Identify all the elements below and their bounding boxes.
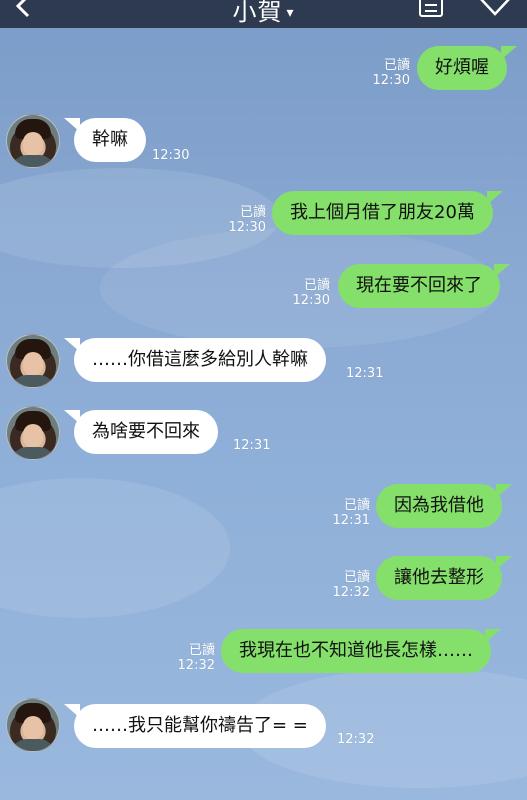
message-text: 讓他去整形	[394, 567, 484, 588]
timestamp: 12:31	[233, 438, 271, 453]
message-bubble[interactable]: 幹嘛	[64, 118, 146, 162]
message-meta: 已讀 12:30	[216, 205, 266, 235]
timestamp: 12:30	[228, 220, 266, 235]
read-receipt: 已讀	[383, 58, 410, 73]
timestamp: 12:32	[337, 732, 375, 747]
message-text: 幹嘛	[92, 129, 128, 150]
timestamp: 12:30	[372, 73, 410, 88]
message-meta: 已讀 12:30	[280, 278, 330, 308]
message-meta: 已讀 12:30	[360, 58, 410, 88]
read-receipt: 已讀	[343, 498, 370, 513]
timestamp: 12:32	[177, 658, 215, 673]
timestamp: 12:31	[332, 513, 370, 528]
message-bubble[interactable]: 現在要不回來了	[338, 264, 510, 308]
avatar[interactable]	[6, 334, 60, 388]
message-bubble[interactable]: 我上個月借了朋友20萬	[272, 191, 503, 235]
avatar[interactable]	[6, 406, 60, 460]
chat-area[interactable]: 已讀 12:30 好煩喔 幹嘛 12:30 已讀 12:30 我上個月借了朋友2…	[0, 28, 527, 800]
message-meta: 已讀 12:31	[320, 498, 370, 528]
message-bubble[interactable]: ……我只能幫你禱告了= =	[64, 704, 326, 748]
timestamp: 12:30	[152, 148, 190, 163]
caret-down-icon: ▾	[286, 5, 295, 21]
read-receipt: 已讀	[188, 643, 215, 658]
message-bubble[interactable]: 好煩喔	[417, 46, 517, 90]
message-text: 我現在也不知道他長怎樣……	[239, 640, 473, 661]
message-bubble[interactable]: 讓他去整形	[376, 556, 512, 600]
message-meta: 已讀 12:32	[165, 643, 215, 673]
message-text: 因為我借他	[394, 495, 484, 516]
timestamp: 12:32	[332, 585, 370, 600]
message-text: ……我只能幫你禱告了= =	[92, 715, 308, 736]
chat-title: 小賀	[232, 0, 283, 26]
message-meta: 已讀 12:32	[320, 570, 370, 600]
message-bubble[interactable]: 為啥要不回來	[64, 410, 218, 454]
message-bubble[interactable]: 因為我借他	[376, 484, 512, 528]
read-receipt: 已讀	[343, 570, 370, 585]
read-receipt: 已讀	[239, 205, 266, 220]
chat-title-button[interactable]: 小賀 ▾	[0, 0, 527, 27]
message-text: 好煩喔	[435, 57, 489, 78]
message-text: 為啥要不回來	[92, 421, 200, 442]
read-receipt: 已讀	[303, 278, 330, 293]
timestamp: 12:30	[292, 293, 330, 308]
chevron-down-heart-icon[interactable]	[478, 0, 512, 18]
chat-header: 小賀 ▾	[0, 0, 527, 28]
message-text: ……你借這麼多給別人幹嘛	[92, 349, 308, 370]
notes-icon[interactable]	[416, 0, 446, 18]
message-bubble[interactable]: ……你借這麼多給別人幹嘛	[64, 338, 326, 382]
message-bubble[interactable]: 我現在也不知道他長怎樣……	[221, 629, 501, 673]
message-text: 現在要不回來了	[356, 275, 482, 296]
avatar[interactable]	[6, 698, 60, 752]
avatar[interactable]	[6, 114, 60, 168]
message-text: 我上個月借了朋友20萬	[290, 202, 475, 223]
timestamp: 12:31	[346, 366, 384, 381]
